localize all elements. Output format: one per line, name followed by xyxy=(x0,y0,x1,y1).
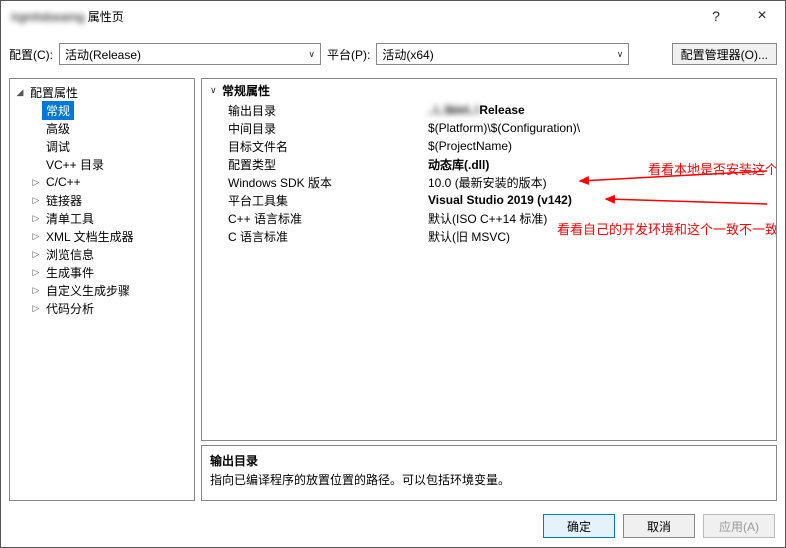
expand-icon[interactable]: ▷ xyxy=(30,195,42,206)
property-row[interactable]: C++ 语言标准默认(ISO C++14 标准) xyxy=(202,209,776,227)
tree-item[interactable]: ▷链接器 xyxy=(10,191,194,209)
right-pane: ∨ 常规属性 输出目录..\..\bin\..\Release中间目录$(Pla… xyxy=(201,78,777,501)
tree-item-label: 高级 xyxy=(42,119,74,138)
tree-item-label: 生成事件 xyxy=(42,263,98,282)
property-row[interactable]: 目标文件名$(ProjectName) xyxy=(202,137,776,155)
tree-item[interactable]: ▷清单工具 xyxy=(10,209,194,227)
tree-item[interactable]: VC++ 目录 xyxy=(10,155,194,173)
property-value[interactable]: 10.0 (最新安装的版本) xyxy=(422,174,776,191)
tree-item-label: 常规 xyxy=(42,101,74,120)
chevron-down-icon: ∨ xyxy=(613,49,624,60)
title-bar-buttons: ? × xyxy=(693,1,785,31)
help-button[interactable]: ? xyxy=(693,1,739,31)
config-dropdown[interactable]: 活动(Release) ∨ xyxy=(59,43,321,65)
tree-item[interactable]: 常规 xyxy=(10,101,194,119)
window-title: Irgmhdseamg 属性页 xyxy=(11,8,693,25)
property-row[interactable]: Windows SDK 版本10.0 (最新安装的版本) xyxy=(202,173,776,191)
property-value[interactable]: Visual Studio 2019 (v142) xyxy=(422,193,776,207)
property-row[interactable]: C 语言标准默认(旧 MSVC) xyxy=(202,227,776,245)
tree-item-label: 链接器 xyxy=(42,191,86,210)
properties-header[interactable]: ∨ 常规属性 xyxy=(202,79,776,101)
config-label: 配置(C): xyxy=(9,46,53,63)
tree-item-label: C/C++ xyxy=(42,174,85,190)
property-name: Windows SDK 版本 xyxy=(202,174,422,191)
collapse-icon[interactable]: ∨ xyxy=(210,85,222,96)
property-name: 平台工具集 xyxy=(202,192,422,209)
expand-icon[interactable]: ▷ xyxy=(30,213,42,224)
help-pane: 输出目录 指向已编译程序的放置位置的路径。可以包括环境变量。 xyxy=(201,445,777,501)
property-name: 配置类型 xyxy=(202,156,422,173)
tree-item[interactable]: ▷XML 文档生成器 xyxy=(10,227,194,245)
property-value[interactable]: $(Platform)\$(Configuration)\ xyxy=(422,121,776,135)
tree-pane[interactable]: ◢ 配置属性 常规高级调试VC++ 目录▷C/C++▷链接器▷清单工具▷XML … xyxy=(9,78,195,501)
tree-item[interactable]: ▷自定义生成步骤 xyxy=(10,281,194,299)
config-row: 配置(C): 活动(Release) ∨ 平台(P): 活动(x64) ∨ 配置… xyxy=(1,39,785,69)
tree-item-label: XML 文档生成器 xyxy=(42,227,138,246)
property-row[interactable]: 平台工具集Visual Studio 2019 (v142) xyxy=(202,191,776,209)
property-value[interactable]: 默认(ISO C++14 标准) xyxy=(422,210,776,227)
ok-button[interactable]: 确定 xyxy=(543,514,615,538)
title-bar: Irgmhdseamg 属性页 ? × xyxy=(1,1,785,31)
property-value[interactable]: 动态库(.dll) xyxy=(422,156,776,173)
tree-item-label: 代码分析 xyxy=(42,299,98,318)
chevron-down-icon: ∨ xyxy=(304,49,315,60)
platform-dropdown[interactable]: 活动(x64) ∨ xyxy=(376,43,629,65)
tree-item-label: 浏览信息 xyxy=(42,245,98,264)
dialog-buttons: 确定 取消 应用(A) xyxy=(1,505,785,547)
tree-item-label: VC++ 目录 xyxy=(42,155,108,174)
tree-item[interactable]: ▷浏览信息 xyxy=(10,245,194,263)
expand-icon[interactable]: ▷ xyxy=(30,249,42,260)
expand-icon[interactable]: ▷ xyxy=(30,267,42,278)
expand-icon[interactable]: ▷ xyxy=(30,231,42,242)
tree-item-label: 自定义生成步骤 xyxy=(42,281,134,300)
help-description: 指向已编译程序的放置位置的路径。可以包括环境变量。 xyxy=(210,471,768,488)
property-name: 目标文件名 xyxy=(202,138,422,155)
tree-item[interactable]: 调试 xyxy=(10,137,194,155)
tree-item[interactable]: 高级 xyxy=(10,119,194,137)
apply-button: 应用(A) xyxy=(703,514,775,538)
property-name: C++ 语言标准 xyxy=(202,210,422,227)
property-name: 输出目录 xyxy=(202,102,422,119)
expand-icon[interactable]: ▷ xyxy=(30,303,42,314)
expand-icon[interactable]: ▷ xyxy=(30,177,42,188)
tree-item-label: 调试 xyxy=(42,137,74,156)
tree-item[interactable]: ▷C/C++ xyxy=(10,173,194,191)
properties-pane: ∨ 常规属性 输出目录..\..\bin\..\Release中间目录$(Pla… xyxy=(201,78,777,441)
tree-item-label: 清单工具 xyxy=(42,209,98,228)
tree-item[interactable]: ▷代码分析 xyxy=(10,299,194,317)
property-value[interactable]: $(ProjectName) xyxy=(422,139,776,153)
tree-item[interactable]: ▷生成事件 xyxy=(10,263,194,281)
cancel-button[interactable]: 取消 xyxy=(623,514,695,538)
property-row[interactable]: 配置类型动态库(.dll) xyxy=(202,155,776,173)
help-title: 输出目录 xyxy=(210,452,768,469)
expand-icon[interactable]: ◢ xyxy=(14,87,26,98)
property-row[interactable]: 中间目录$(Platform)\$(Configuration)\ xyxy=(202,119,776,137)
tree-root[interactable]: ◢ 配置属性 xyxy=(10,83,194,101)
platform-label: 平台(P): xyxy=(327,46,370,63)
property-value[interactable]: ..\..\bin\..\Release xyxy=(422,103,776,117)
main-area: ◢ 配置属性 常规高级调试VC++ 目录▷C/C++▷链接器▷清单工具▷XML … xyxy=(1,77,785,505)
property-name: 中间目录 xyxy=(202,120,422,137)
config-manager-button[interactable]: 配置管理器(O)... xyxy=(672,43,777,65)
property-value[interactable]: 默认(旧 MSVC) xyxy=(422,228,776,245)
close-button[interactable]: × xyxy=(739,1,785,31)
property-name: C 语言标准 xyxy=(202,228,422,245)
expand-icon[interactable]: ▷ xyxy=(30,285,42,296)
property-row[interactable]: 输出目录..\..\bin\..\Release xyxy=(202,101,776,119)
